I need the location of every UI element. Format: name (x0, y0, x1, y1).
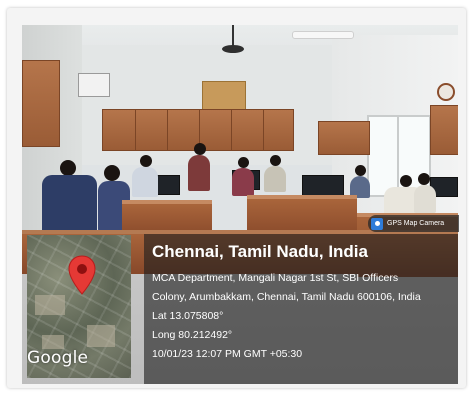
gps-overlay: GPS Map Camera Google Chennai, Tamil Nad… (22, 25, 459, 384)
map-block (87, 325, 115, 347)
longitude: Long 80.212492° (152, 329, 233, 341)
badge-label: GPS Map Camera (387, 220, 445, 227)
map-block (42, 335, 64, 349)
location-pin-icon (68, 255, 96, 295)
timestamp: 10/01/23 12:07 PM GMT +05:30 (152, 348, 303, 360)
address-line-2: Colony, Arumbakkam, Chennai, Tamil Nadu … (152, 291, 421, 303)
location-info-panel: Chennai, Tamil Nadu, India MCA Departmen… (144, 234, 458, 384)
location-map[interactable]: Google (27, 235, 131, 378)
address-line-1: MCA Department, Mangali Nagar 1st St, SB… (152, 272, 399, 284)
city-title: Chennai, Tamil Nadu, India (152, 242, 368, 261)
camera-icon (371, 217, 383, 230)
gps-map-camera-badge: GPS Map Camera (368, 215, 459, 232)
latitude: Lat 13.075808° (152, 310, 224, 322)
google-logo: Google (27, 348, 89, 368)
map-block (35, 295, 65, 315)
